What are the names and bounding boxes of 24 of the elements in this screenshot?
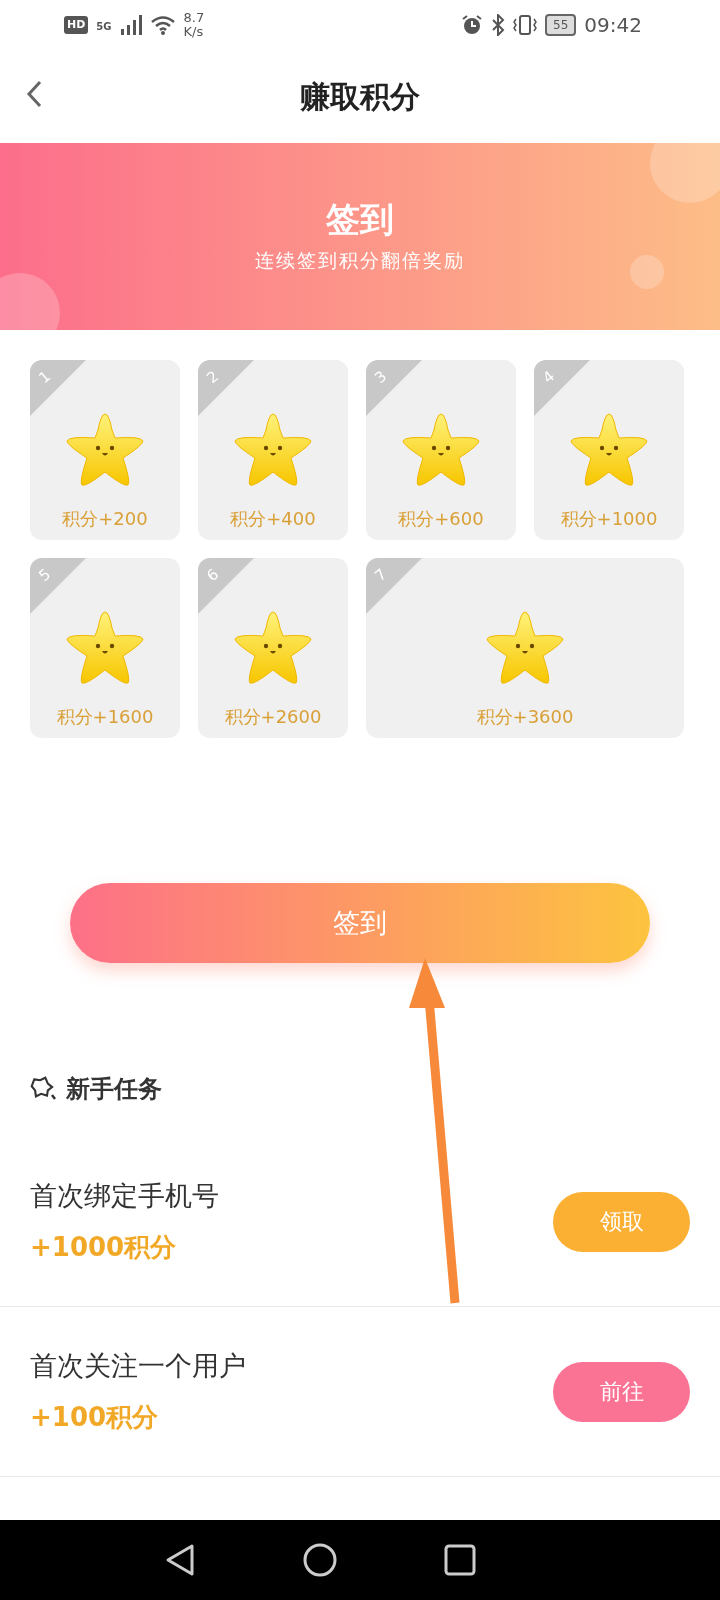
banner-title: 签到 — [326, 198, 394, 240]
battery-indicator: 55 — [545, 14, 577, 36]
network-label: 5G — [96, 19, 112, 34]
task-name: 首次绑定手机号 — [30, 1178, 219, 1213]
speed-value: 8.7 — [183, 10, 205, 25]
reward-points: 积分+1000 — [560, 507, 658, 531]
section-title: 新手任务 — [66, 1074, 162, 1105]
task-button[interactable]: 前往 — [553, 1361, 690, 1422]
network-type-label: HD — [64, 15, 89, 35]
reward-points: 积分+1600 — [56, 705, 154, 729]
reward-points: 积分+2600 — [224, 705, 322, 729]
clock-time: 09:42 — [584, 12, 642, 39]
task-points: +100积分 — [30, 1401, 160, 1435]
reward-points: 积分+400 — [230, 507, 316, 531]
reward-points: 积分+3600 — [476, 705, 574, 729]
reward-points: 积分+200 — [62, 507, 148, 531]
banner-subtitle: 连续签到积分翻倍奖励 — [255, 247, 465, 273]
speed-unit: K/s — [183, 25, 205, 40]
reward-points: 积分+600 — [398, 507, 484, 531]
task-button[interactable]: 领取 — [553, 1191, 690, 1252]
page-title: 赚取积分 — [300, 78, 420, 115]
task-name: 首次关注一个用户 — [30, 1348, 246, 1383]
check-in-button[interactable]: 签到 — [70, 883, 650, 963]
task-points: +1000积分 — [30, 1231, 178, 1265]
